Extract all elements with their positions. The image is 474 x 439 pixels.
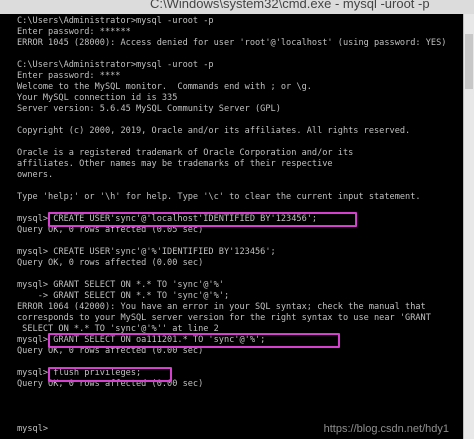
console-line: ERROR 1064 (42000): You have an error in… <box>17 302 426 312</box>
console-line: mysql> GRANT SELECT ON *.* TO 'sync'@'%' <box>17 280 224 290</box>
console-line: C:\Users\Administrator>mysql -uroot -p <box>17 60 214 70</box>
console-line: mysql> CREATE USER'sync'@'%'IDENTIFIED B… <box>17 247 276 257</box>
highlight-create-user <box>48 212 357 227</box>
console-line: corresponds to your MySQL server version… <box>17 313 431 323</box>
console-line: Enter password: ****** <box>17 27 131 37</box>
watermark-text: https://blog.csdn.net/hdy1 <box>323 423 449 435</box>
console-line: Welcome to the MySQL monitor. Commands e… <box>17 82 312 92</box>
console-line: Oracle is a registered trademark of Orac… <box>17 148 354 158</box>
vertical-scrollbar[interactable] <box>463 14 474 439</box>
window-title: C:\Windows\system32\cmd.exe - mysql -uro… <box>150 0 430 11</box>
window-titlebar[interactable]: C:\Windows\system32\cmd.exe - mysql -uro… <box>0 0 474 14</box>
console-line: Copyright (c) 2000, 2019, Oracle and/or … <box>17 126 411 136</box>
console-line: -> GRANT SELECT ON *.* TO 'sync'@'%'; <box>17 291 230 301</box>
scrollbar-thumb[interactable] <box>465 34 473 89</box>
console-line: Query OK, 0 rows affected (0.00 sec) <box>17 258 204 268</box>
console-line: affiliates. Other names may be trademark… <box>17 159 333 169</box>
console-line: owners. <box>17 170 54 180</box>
console-line: ERROR 1045 (28000): Access denied for us… <box>17 38 447 48</box>
console-output[interactable]: C:\Users\Administrator>mysql -uroot -p E… <box>0 14 463 439</box>
console-line: Your MySQL connection id is 335 <box>17 93 178 103</box>
console-line: Type 'help;' or '\h' for help. Type '\c'… <box>17 192 421 202</box>
highlight-grant-select <box>48 333 340 348</box>
console-line: C:\Users\Administrator>mysql -uroot -p <box>17 16 214 26</box>
console-line: Enter password: **** <box>17 71 121 81</box>
console-line: Server version: 5.6.45 MySQL Community S… <box>17 104 281 114</box>
highlight-flush-privileges <box>48 367 172 382</box>
